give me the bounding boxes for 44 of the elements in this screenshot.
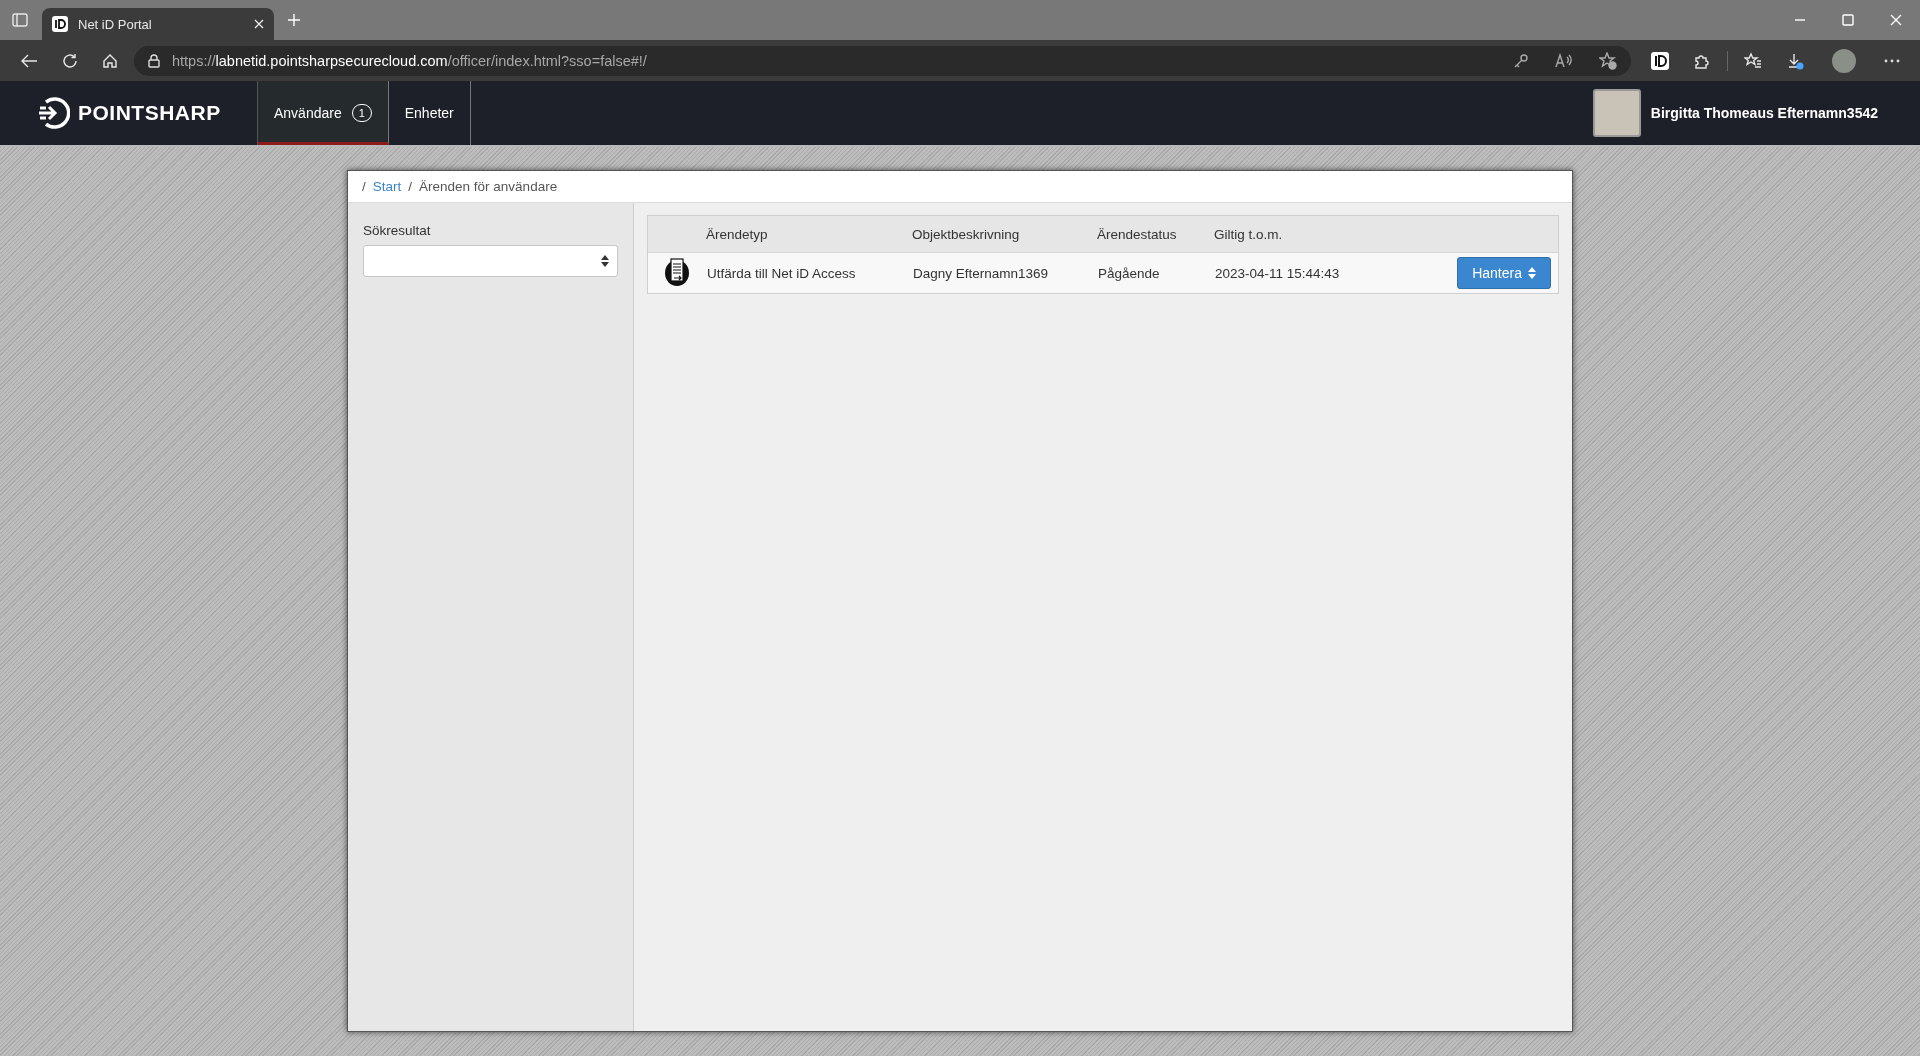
handle-button[interactable]: Hantera [1457,257,1551,289]
lock-icon [148,53,160,68]
tab-title: Net iD Portal [78,16,153,32]
profile-avatar[interactable] [1832,48,1856,73]
column-header: Ärendetyp [706,226,768,242]
document-icon [665,256,689,287]
read-aloud-icon[interactable] [1555,52,1573,69]
close-icon[interactable] [254,19,264,29]
nav-tab[interactable]: Enheter [388,81,471,145]
app-logo-icon [52,16,68,32]
column-header: Objektbeskrivning [912,226,1020,242]
brand-logo-icon [36,96,70,130]
brand-name: POINTSHARP [78,101,221,125]
app-logo-icon[interactable] [1651,51,1669,70]
more-icon[interactable] [1884,58,1900,63]
table-cell: Pågående [1098,265,1160,281]
breadcrumb-separator: / [362,179,366,194]
nav-tab[interactable]: Användare 1 [258,81,389,145]
column-header: Ärendestatus [1097,226,1177,242]
favorites-icon[interactable] [1744,51,1762,70]
breadcrumb-current: Ärenden för användare [419,179,558,194]
sidebar-icon[interactable] [12,12,28,28]
refresh-icon[interactable] [62,52,78,69]
maximize-icon[interactable] [1842,14,1854,26]
star-add-icon[interactable] [1599,51,1617,70]
browser-tab[interactable]: Net iD Portal [42,8,274,40]
home-icon[interactable] [102,52,118,69]
back-icon[interactable] [20,52,38,69]
user-name[interactable]: Birgitta Thomeaus Efternamn3542 [1650,105,1878,121]
table-cell: Dagny Efternamn1369 [913,265,1049,281]
sort-icon [601,255,609,267]
breadcrumb-link[interactable]: Start [372,179,402,194]
table-cell: Utfärda till Net iD Access [707,265,856,281]
url-text: https://labnetid.pointsharpsecurecloud.com/officer/index.html?sso=false#!/ [172,52,648,69]
photo-placeholder [1592,89,1641,137]
breadcrumb-separator: / [408,179,413,194]
key-icon[interactable] [1513,52,1529,69]
plus-icon[interactable] [286,12,302,28]
column-header: Giltig t.o.m. [1214,226,1283,242]
table-cell: 2023-04-11 15:44:43 [1215,265,1340,281]
sort-icon [1528,267,1536,279]
address-bar[interactable]: https://labnetid.pointsharpsecurecloud.com/officer/index.html?sso=false#!/ [134,45,1631,76]
field-label: Sökresultat [363,223,432,238]
download-icon[interactable] [1786,51,1804,70]
